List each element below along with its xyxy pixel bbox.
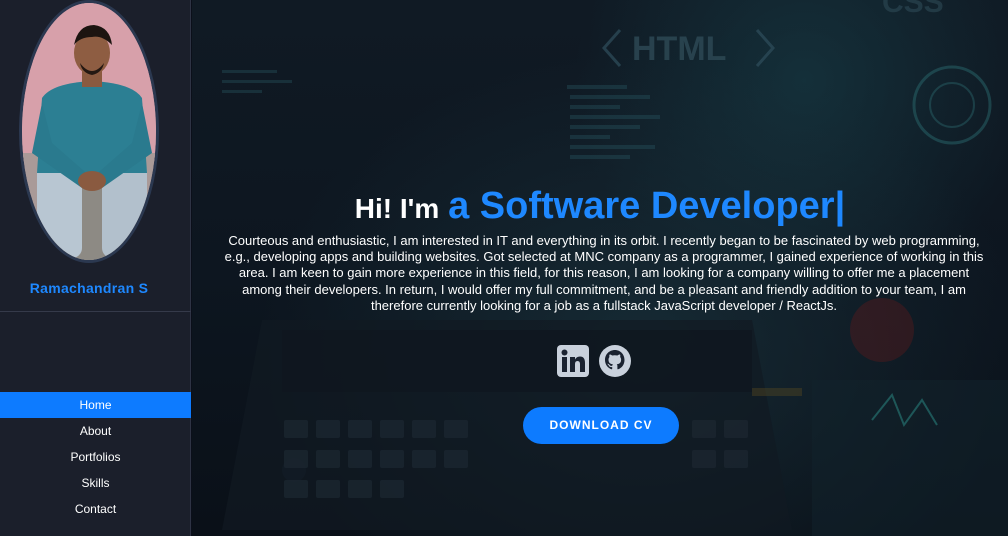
nav-item-skills[interactable]: Skills [0, 470, 191, 496]
hero-content: Hi! I'm a Software Developer| Courteous … [192, 0, 1008, 536]
hero-section: HTML CSS Hi! I'm a Software Developer| C… [192, 0, 1008, 536]
sidebar-nav: Home About Portfolios Skills Contact [0, 392, 191, 522]
hero-bio: Courteous and enthusiastic, I am interes… [224, 233, 984, 313]
linkedin-icon [557, 345, 589, 377]
github-link[interactable] [599, 345, 631, 377]
github-icon [599, 345, 631, 377]
sidebar: Ramachandran S Home About Portfolios Ski… [0, 0, 191, 536]
hero-greeting: Hi! I'm [354, 193, 440, 224]
profile-name: Ramachandran S [29, 280, 149, 296]
nav-item-contact[interactable]: Contact [0, 496, 191, 522]
nav-item-portfolios[interactable]: Portfolios [0, 444, 191, 470]
download-cv-button[interactable]: DOWNLOAD CV [523, 407, 679, 444]
hero-headline: Hi! I'm a Software Developer| [192, 185, 1008, 228]
avatar [19, 0, 159, 263]
profile-photo [22, 3, 156, 260]
nav-item-home[interactable]: Home [0, 392, 191, 418]
linkedin-link[interactable] [557, 345, 589, 377]
social-links [557, 345, 633, 377]
hero-role-typed: a Software Developer| [448, 185, 846, 227]
sidebar-divider [0, 311, 191, 312]
nav-item-about[interactable]: About [0, 418, 191, 444]
